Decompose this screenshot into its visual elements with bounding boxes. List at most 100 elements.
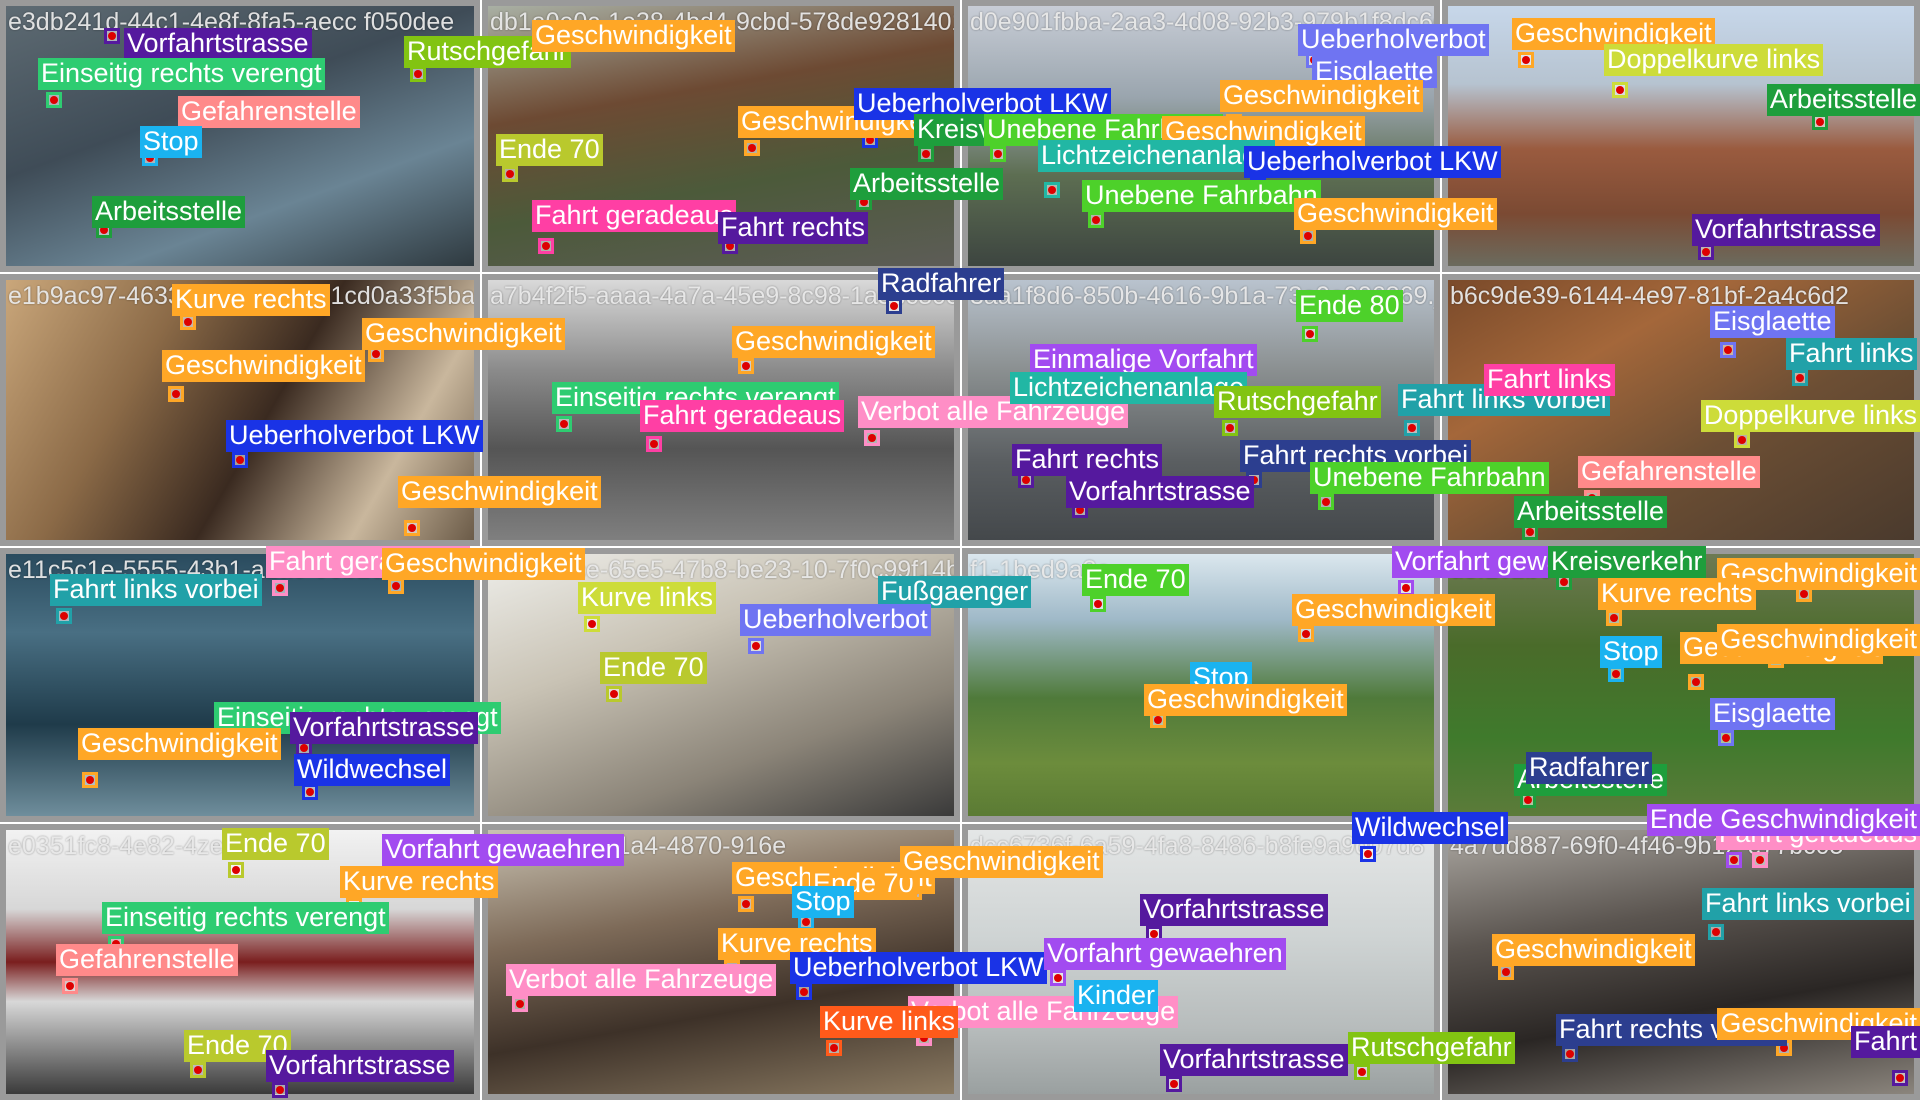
sign-icon bbox=[414, 70, 422, 78]
detection-label: Fahrt rechts bbox=[718, 212, 869, 244]
detection-box bbox=[1726, 852, 1742, 868]
sign-icon bbox=[1402, 584, 1410, 592]
detection-box bbox=[1608, 666, 1624, 682]
sign-icon bbox=[868, 434, 876, 442]
sign-icon bbox=[66, 982, 74, 990]
sign-icon bbox=[194, 1066, 202, 1074]
detection-label: Vorfahrtstrasse bbox=[1160, 1044, 1348, 1076]
detection-label: Stop bbox=[140, 126, 202, 158]
sign-icon bbox=[50, 96, 58, 104]
sign-icon bbox=[1022, 476, 1030, 484]
sign-icon bbox=[1816, 118, 1824, 126]
detection-label: Einseitig rechts verengt bbox=[38, 58, 325, 90]
sign-icon bbox=[1048, 186, 1056, 194]
detection-label: Kurve rechts bbox=[340, 866, 498, 898]
sign-icon bbox=[1502, 968, 1510, 976]
detection-label: Ueberholverbot LKW bbox=[226, 420, 483, 452]
sign-icon bbox=[748, 144, 756, 152]
detection-label: Kreisverkehr bbox=[1548, 546, 1706, 578]
detection-label: Doppelkurve links bbox=[1700, 400, 1920, 432]
sign-icon bbox=[1364, 850, 1372, 858]
sign-icon bbox=[1616, 86, 1624, 94]
detection-label: Arbeitsstelle bbox=[1766, 84, 1920, 116]
detection-label: Unebene Fahrbahn bbox=[1082, 180, 1321, 212]
detection-label: Fahrt links vorbei bbox=[50, 574, 262, 606]
detection-label: Fahrt geradeaus bbox=[640, 400, 845, 432]
detection-label: Vorfahrt gewaehren bbox=[382, 834, 624, 866]
detection-box bbox=[502, 166, 518, 182]
sign-icon bbox=[1722, 734, 1730, 742]
detection-label: Geschwindigkeit bbox=[1717, 624, 1920, 656]
detection-box bbox=[1562, 1046, 1578, 1062]
detection-box bbox=[62, 978, 78, 994]
detection-box bbox=[82, 772, 98, 788]
detection-label: Radfahrer bbox=[1526, 752, 1653, 784]
detection-label: Arbeitsstelle bbox=[1514, 496, 1668, 528]
detection-box bbox=[646, 436, 662, 452]
sign-icon bbox=[516, 1000, 524, 1008]
detection-box bbox=[1698, 244, 1714, 260]
sign-icon bbox=[800, 988, 808, 996]
detection-box bbox=[56, 608, 72, 624]
detection-box bbox=[1298, 626, 1314, 642]
detection-label: Fahrt rechts bbox=[1012, 444, 1163, 476]
detection-label: Geschwindigkeit bbox=[1294, 198, 1497, 230]
detection-box bbox=[1166, 1076, 1182, 1092]
detection-label: Eisglaette bbox=[1710, 306, 1835, 338]
detection-box bbox=[738, 896, 754, 912]
detection-box bbox=[556, 416, 572, 432]
sign-icon bbox=[994, 150, 1002, 158]
sign-icon bbox=[1408, 424, 1416, 432]
sign-icon bbox=[560, 420, 568, 428]
detection-label: Einseitig rechts verengt bbox=[102, 902, 389, 934]
sign-icon bbox=[610, 690, 618, 698]
detection-label: Radfahrer bbox=[878, 268, 1005, 300]
sign-icon bbox=[1800, 590, 1808, 598]
detection-box bbox=[864, 430, 880, 446]
sign-icon bbox=[1612, 670, 1620, 678]
sign-icon bbox=[1304, 232, 1312, 240]
detection-label: Fahrt links bbox=[1484, 364, 1615, 396]
detection-label: Vorfahrtstrasse bbox=[290, 712, 478, 744]
detection-box bbox=[886, 298, 902, 314]
detection-label: Kinder bbox=[1074, 980, 1159, 1012]
sign-icon bbox=[276, 584, 284, 592]
detection-box bbox=[1734, 432, 1750, 448]
sign-icon bbox=[1306, 330, 1314, 338]
detection-label: Arbeitsstelle bbox=[850, 168, 1004, 200]
detection-label: Arbeitsstelle bbox=[92, 196, 246, 228]
sign-icon bbox=[1526, 528, 1534, 536]
sign-icon bbox=[890, 302, 898, 310]
detection-label: Vorfahrtstrasse bbox=[124, 28, 312, 60]
detection-label: Rutschgefahr bbox=[1348, 1032, 1515, 1064]
sign-icon bbox=[1738, 436, 1746, 444]
sign-icon bbox=[1522, 56, 1530, 64]
sign-icon bbox=[300, 744, 308, 752]
detection-box bbox=[1688, 674, 1704, 690]
sign-icon bbox=[1358, 1068, 1366, 1076]
detection-box bbox=[1718, 730, 1734, 746]
sign-icon bbox=[542, 242, 550, 250]
detection-box bbox=[1892, 1070, 1908, 1086]
detection-label: Eisglaette bbox=[1710, 698, 1835, 730]
detection-label: Vorfahrtstrasse bbox=[1140, 894, 1328, 926]
detection-label: Fahrt links bbox=[1786, 338, 1917, 370]
sign-icon bbox=[60, 612, 68, 620]
sign-icon bbox=[506, 170, 514, 178]
sign-icon bbox=[1724, 346, 1732, 354]
detection-box bbox=[1404, 420, 1420, 436]
sign-icon bbox=[172, 390, 180, 398]
detection-label: Kurve links bbox=[820, 1006, 959, 1038]
sign-icon bbox=[306, 788, 314, 796]
detection-box bbox=[918, 146, 934, 162]
detection-label: Ueberholverbot LKW bbox=[790, 952, 1047, 984]
detection-label: Geschwindigkeit bbox=[1492, 934, 1695, 966]
image-grid: e3db241d-44c1-4e8f-8fa5-aecc f050deedb1a… bbox=[0, 0, 1920, 1100]
detection-box bbox=[272, 580, 288, 596]
detection-label: Ueberholverbot LKW bbox=[1244, 146, 1501, 178]
sign-icon bbox=[830, 1044, 838, 1052]
detection-box bbox=[272, 1082, 288, 1098]
detection-label: Geschwindigkeit bbox=[1220, 80, 1423, 112]
detection-label: Geschwindigkeit bbox=[78, 728, 281, 760]
detection-box bbox=[1708, 924, 1724, 940]
